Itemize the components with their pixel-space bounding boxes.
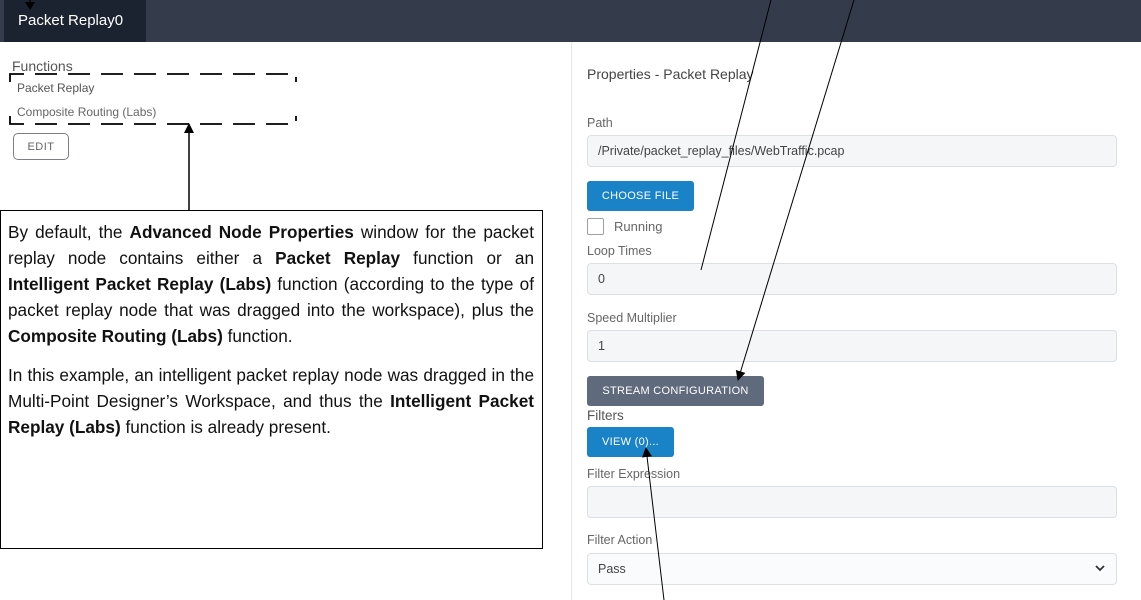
callout-text-run: function is already present. [120, 417, 331, 437]
callout-text-run: Composite Routing (Labs) [8, 326, 223, 346]
path-label: Path [587, 116, 613, 130]
filter-action-select[interactable]: Pass [587, 553, 1117, 585]
running-label: Running [614, 219, 663, 234]
filter-action-label: Filter Action [587, 533, 653, 547]
callout-text-run: By default, the [8, 222, 130, 242]
function-item-composite-routing[interactable]: Composite Routing (Labs) [17, 105, 156, 119]
callout-text-run: function. [222, 326, 293, 346]
chevron-down-icon [1094, 562, 1106, 574]
tab-packet-replay0[interactable]: Packet Replay0 [4, 0, 146, 42]
speed-multiplier-field[interactable]: 1 [587, 330, 1117, 362]
loop-times-value: 0 [598, 272, 605, 286]
loop-times-label: Loop Times [587, 244, 652, 258]
speed-multiplier-value: 1 [598, 339, 605, 353]
filters-label: Filters [587, 408, 624, 423]
speed-multiplier-label: Speed Multiplier [587, 311, 677, 325]
function-item-packet-replay[interactable]: Packet Replay [17, 81, 94, 95]
filter-expression-label: Filter Expression [587, 467, 681, 481]
top-bar: Packet Replay0 [0, 0, 1141, 42]
view-filters-button[interactable]: VIEW (0)... [587, 427, 674, 457]
filter-expression-field[interactable] [587, 486, 1117, 518]
callout-text-run: Intelligent Packet Replay (Labs) [8, 274, 272, 294]
annotation-callout: By default, the Advanced Node Properties… [0, 210, 543, 549]
panel-divider [571, 42, 572, 600]
callout-text-run: Packet Replay [275, 248, 401, 268]
stream-configuration-button[interactable]: STREAM CONFIGURATION [587, 376, 764, 406]
tab-label: Packet Replay0 [18, 12, 124, 29]
choose-file-button[interactable]: CHOOSE FILE [587, 181, 694, 211]
filter-action-value: Pass [598, 562, 626, 576]
functions-title: Functions [12, 58, 73, 74]
callout-text-run: function or an [400, 248, 535, 268]
callout-text-run: Advanced Node Properties [129, 222, 354, 242]
properties-title: Properties - Packet Replay [587, 66, 754, 82]
loop-times-field[interactable]: 0 [587, 263, 1117, 295]
callout-paragraph-2: In this example, an intelligent packet r… [8, 362, 534, 440]
edit-button[interactable]: EDIT [13, 133, 69, 160]
path-value: /Private/packet_replay_files/WebTraffic.… [598, 144, 845, 158]
callout-paragraph-1: By default, the Advanced Node Properties… [8, 219, 534, 349]
path-field[interactable]: /Private/packet_replay_files/WebTraffic.… [587, 135, 1117, 167]
arrow-to-stream-configuration [735, 0, 855, 381]
running-checkbox[interactable] [587, 218, 604, 235]
